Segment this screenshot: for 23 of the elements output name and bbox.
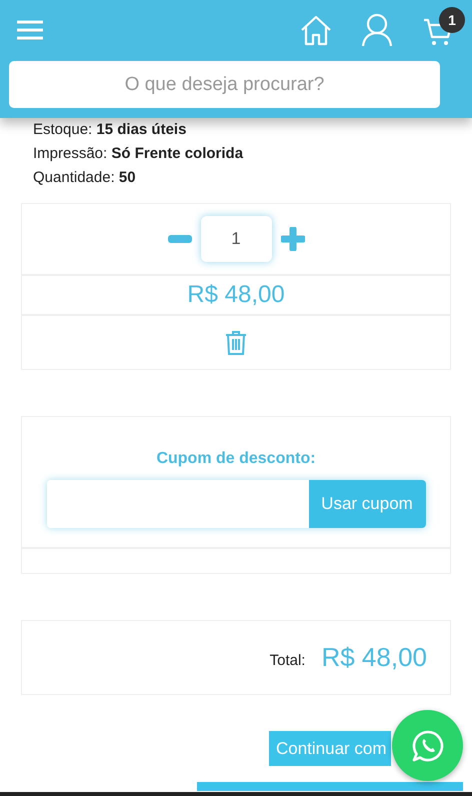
user-icon[interactable] [361,13,393,47]
total-label: Total: [270,651,306,672]
chat-phone-icon [410,728,444,762]
continue-shopping-button[interactable]: Continuar com [269,731,391,766]
coupon-field[interactable] [46,480,308,528]
quantity-field[interactable]: 1 [200,216,272,262]
plus-icon [280,227,304,251]
total-value: R$ 48,00 [321,641,427,674]
detail-line: Estoque: 15 dias úteis [33,120,188,140]
detail-line: Quantidade: 50 [33,168,137,188]
checkout-button[interactable] [197,782,463,791]
minus-icon [168,235,192,243]
increase-button[interactable] [280,226,306,252]
cart-count-badge: 1 [439,7,465,33]
trash-icon[interactable] [224,330,248,356]
coupon-label: Cupom de desconto: [156,449,316,469]
apply-coupon-button[interactable]: Usar cupom [308,480,426,528]
detail-line: Impressão: Só Frente colorida [33,144,244,164]
whatsapp-button[interactable] [392,710,463,781]
home-icon[interactable] [299,13,333,47]
search-field[interactable]: O que deseja procurar? [9,61,440,108]
item-price: R$ 48,00 [187,280,285,310]
menu-icon[interactable] [17,20,43,40]
